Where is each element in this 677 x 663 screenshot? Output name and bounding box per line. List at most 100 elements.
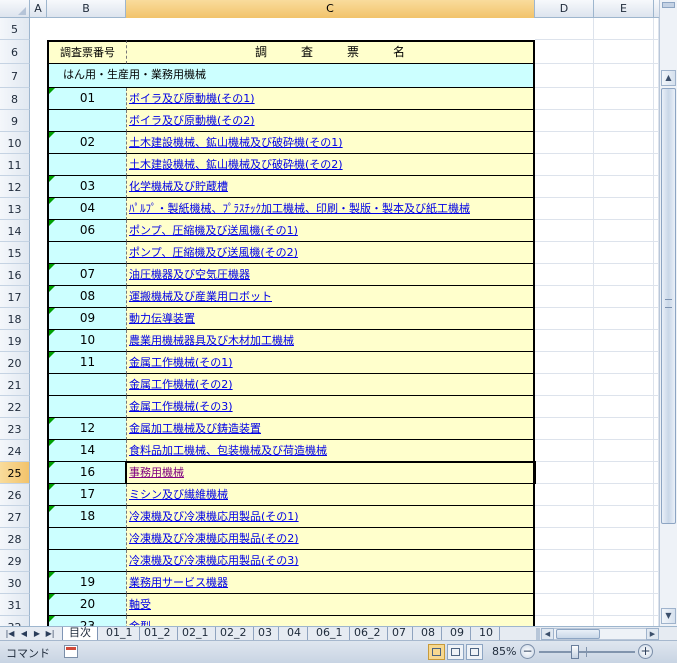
survey-link[interactable]: 土木建設機械、鉱山機械及び破砕機(その2) <box>129 158 343 171</box>
cell-e[interactable] <box>594 594 654 616</box>
cell-d[interactable] <box>535 176 594 198</box>
row-header[interactable]: 7 <box>0 64 30 88</box>
cell-d[interactable] <box>535 198 594 220</box>
survey-link[interactable]: ﾊﾟﾙﾌﾟ・製紙機械、ﾌﾟﾗｽﾁｯｸ加工機械、印刷・製版・製本及び紙工機械 <box>129 202 470 215</box>
next-sheet-icon[interactable]: ▶ <box>31 627 43 640</box>
cell-d[interactable] <box>535 18 594 40</box>
header-title-cell[interactable]: 調査票名 <box>126 40 535 64</box>
survey-number-cell[interactable]: 01 <box>47 88 126 110</box>
survey-title-cell[interactable]: 運搬機械及び産業用ロボット <box>126 286 535 308</box>
zoom-slider-track[interactable] <box>539 651 635 653</box>
cell-a[interactable] <box>30 616 47 626</box>
page-break-view-button[interactable] <box>466 644 483 660</box>
survey-title-cell[interactable]: ボイラ及び原動機(その1) <box>126 88 535 110</box>
cell-a[interactable] <box>30 308 47 330</box>
cell-e[interactable] <box>594 374 654 396</box>
cell-e[interactable] <box>594 154 654 176</box>
cell-e[interactable] <box>594 352 654 374</box>
row-header[interactable]: 23 <box>0 418 30 440</box>
cell-e[interactable] <box>594 264 654 286</box>
row-header[interactable]: 20 <box>0 352 30 374</box>
cell-d[interactable] <box>535 110 594 132</box>
cell-e[interactable] <box>594 132 654 154</box>
cell-a[interactable] <box>30 40 47 64</box>
cell-d[interactable] <box>535 264 594 286</box>
survey-link[interactable]: ポンプ、圧縮機及び送風機(その2) <box>129 246 298 259</box>
row-header[interactable]: 17 <box>0 286 30 308</box>
active-cell[interactable]: 事務用機械 <box>125 461 536 485</box>
cell-d[interactable] <box>535 572 594 594</box>
row-header[interactable]: 26 <box>0 484 30 506</box>
cell-a[interactable] <box>30 418 47 440</box>
row-header[interactable]: 22 <box>0 396 30 418</box>
row-header[interactable]: 8 <box>0 88 30 110</box>
survey-number-cell[interactable] <box>47 550 126 572</box>
survey-title-cell[interactable]: ポンプ、圧縮機及び送風機(その2) <box>126 242 535 264</box>
survey-title-cell[interactable]: 土木建設機械、鉱山機械及び破砕機(その1) <box>126 132 535 154</box>
worksheet-grid[interactable]: ABCDE 5 6 調査票番号 調査票名 7 はん用・生産用・業務用機械 8 01 ボイラ及び原… <box>0 0 659 626</box>
cell-d[interactable] <box>535 242 594 264</box>
zoom-slider-thumb[interactable] <box>571 645 579 659</box>
cell-d[interactable] <box>535 88 594 110</box>
cell-e[interactable] <box>594 550 654 572</box>
cell-e[interactable] <box>594 176 654 198</box>
cell-e[interactable] <box>594 484 654 506</box>
cell-a[interactable] <box>30 132 47 154</box>
cell-e[interactable] <box>594 110 654 132</box>
vertical-scrollbar[interactable]: ▲ ▼ <box>659 0 677 626</box>
survey-link[interactable]: 油圧機器及び空気圧機器 <box>129 268 250 281</box>
vertical-split-handle[interactable] <box>662 2 675 8</box>
cell-a[interactable] <box>30 572 47 594</box>
cell-a[interactable] <box>30 396 47 418</box>
survey-title-cell[interactable]: 金型 <box>126 616 535 626</box>
cell-a[interactable] <box>30 110 47 132</box>
survey-link[interactable]: 金属工作機械(その3) <box>129 400 233 413</box>
cell-d[interactable] <box>535 220 594 242</box>
survey-number-cell[interactable]: 11 <box>47 352 126 374</box>
cell-a[interactable] <box>30 528 47 550</box>
cell-e[interactable] <box>594 220 654 242</box>
survey-title-cell[interactable]: ポンプ、圧縮機及び送風機(その1) <box>126 220 535 242</box>
zoom-out-button[interactable]: − <box>520 644 535 659</box>
survey-link[interactable]: 事務用機械 <box>129 466 184 479</box>
survey-link[interactable]: 金属工作機械(その2) <box>129 378 233 391</box>
cell-a[interactable] <box>30 154 47 176</box>
cell-e[interactable] <box>594 506 654 528</box>
row-header[interactable]: 5 <box>0 18 30 40</box>
row-header[interactable]: 19 <box>0 330 30 352</box>
cell-e[interactable] <box>594 198 654 220</box>
cell-a[interactable] <box>30 484 47 506</box>
survey-number-cell[interactable] <box>47 374 126 396</box>
page-layout-view-button[interactable] <box>447 644 464 660</box>
survey-link[interactable]: 金属工作機械(その1) <box>129 356 233 369</box>
sheet-tab[interactable]: 06_1 <box>310 627 350 640</box>
sheet-tab[interactable]: 01_2 <box>138 627 178 640</box>
cell-e[interactable] <box>594 18 654 40</box>
row-header[interactable]: 14 <box>0 220 30 242</box>
survey-link[interactable]: 軸受 <box>129 598 151 611</box>
survey-number-cell[interactable]: 16 <box>47 462 126 484</box>
survey-title-cell[interactable]: 油圧機器及び空気圧機器 <box>126 264 535 286</box>
cell-d[interactable] <box>535 352 594 374</box>
sheet-tab[interactable]: 10 <box>473 627 500 640</box>
survey-number-cell[interactable]: 08 <box>47 286 126 308</box>
row-header[interactable]: 15 <box>0 242 30 264</box>
survey-number-cell[interactable] <box>47 242 126 264</box>
row-header[interactable]: 6 <box>0 40 30 64</box>
row-header[interactable]: 9 <box>0 110 30 132</box>
survey-number-cell[interactable]: 06 <box>47 220 126 242</box>
cell-e[interactable] <box>594 88 654 110</box>
cell-a[interactable] <box>30 286 47 308</box>
survey-title-cell[interactable]: ボイラ及び原動機(その2) <box>126 110 535 132</box>
cell-e[interactable] <box>594 40 654 64</box>
survey-number-cell[interactable]: 03 <box>47 176 126 198</box>
row-header[interactable]: 18 <box>0 308 30 330</box>
survey-title-cell[interactable]: 金属工作機械(その1) <box>126 352 535 374</box>
horizontal-scrollbar[interactable]: ◀ ▶ <box>541 628 659 640</box>
row-header[interactable]: 21 <box>0 374 30 396</box>
survey-title-cell[interactable]: 金属工作機械(その2) <box>126 374 535 396</box>
survey-number-cell[interactable]: 02 <box>47 132 126 154</box>
row-header[interactable]: 13 <box>0 198 30 220</box>
survey-number-cell[interactable]: 17 <box>47 484 126 506</box>
row-header[interactable]: 11 <box>0 154 30 176</box>
